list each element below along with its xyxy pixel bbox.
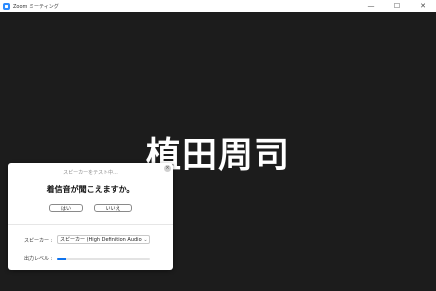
audio-test-panel: × スピーカーをテスト中... 着信音が聞こえますか。 はい いいえ スピーカー…	[8, 163, 173, 270]
zoom-meeting-window: Zoom ミーティング — ☐ ✕ 植田周司 × スピーカーをテスト中... 着…	[0, 0, 436, 291]
zoom-app-icon	[3, 2, 10, 10]
divider	[8, 224, 173, 225]
no-button[interactable]: いいえ	[94, 204, 132, 212]
window-controls: — ☐ ✕	[358, 0, 436, 12]
speaker-select-value: スピーカー (High Definition Audio Dev...	[60, 237, 142, 243]
close-icon[interactable]: ✕	[410, 0, 436, 12]
title-bar: Zoom ミーティング — ☐ ✕	[0, 0, 436, 12]
yes-button[interactable]: はい	[49, 204, 83, 212]
output-level-label: 出力レベル :	[24, 256, 53, 262]
minimize-icon[interactable]: —	[358, 0, 384, 12]
speaker-select[interactable]: スピーカー (High Definition Audio Dev... ⌄	[57, 235, 150, 244]
ringtone-question: 着信音が聞こえますか。	[46, 185, 135, 194]
output-level-fill	[57, 258, 67, 260]
output-level-meter	[57, 258, 150, 260]
speaker-label: スピーカー :	[24, 238, 53, 244]
maximize-icon[interactable]: ☐	[384, 0, 410, 12]
chevron-down-icon: ⌄	[143, 236, 148, 243]
testing-status: スピーカーをテスト中...	[63, 170, 118, 176]
window-title: Zoom ミーティング	[13, 3, 59, 10]
